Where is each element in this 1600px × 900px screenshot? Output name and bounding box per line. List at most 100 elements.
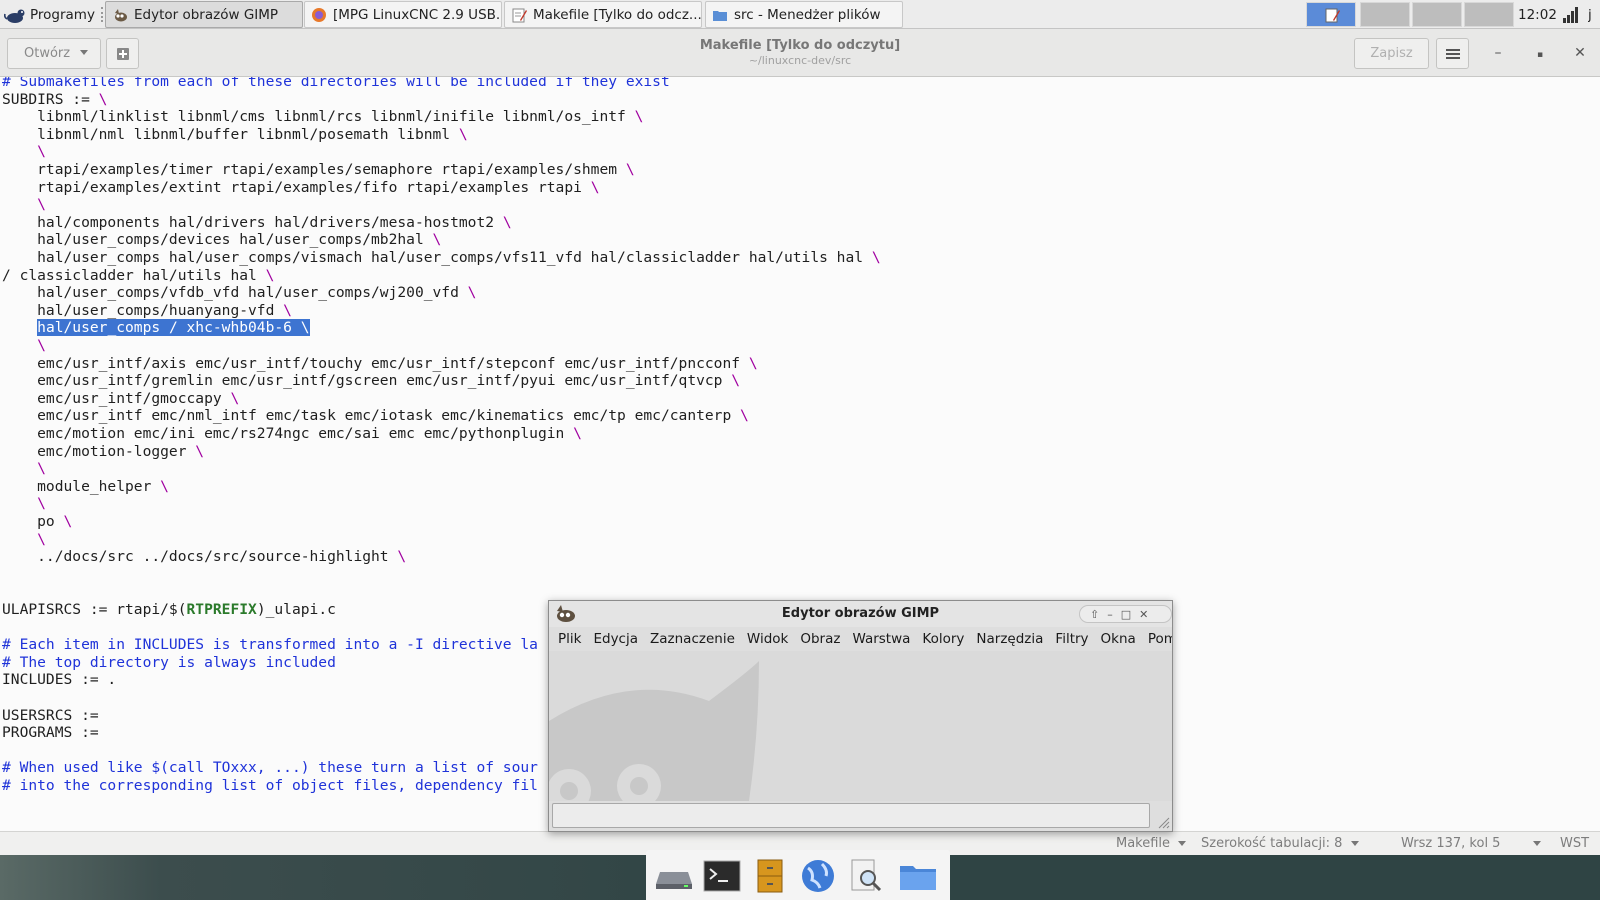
- new-tab-button[interactable]: [106, 38, 139, 69]
- menu-item-kolory[interactable]: Kolory: [922, 627, 964, 651]
- folder-icon: [713, 10, 727, 21]
- line-continuation: \: [458, 125, 468, 143]
- menu-item-pomoc[interactable]: Pomo: [1148, 627, 1172, 651]
- applications-menu-button[interactable]: Programy: [4, 0, 96, 29]
- code-line: # The top directory is always included: [2, 654, 336, 672]
- workspace-1[interactable]: [1306, 2, 1356, 27]
- menu-item-zaznaczenie[interactable]: Zaznaczenie: [650, 627, 735, 651]
- code-text: INCLUDES := .: [2, 671, 117, 689]
- tab-width-selector[interactable]: Szerokość tabulacji: 8: [1201, 836, 1359, 851]
- open-button[interactable]: Otwórz: [7, 38, 101, 69]
- code-line: # Each item in INCLUDES is transformed i…: [2, 636, 538, 654]
- task-file-manager[interactable]: src - Menedżer plików: [705, 1, 903, 28]
- header-bar: Otwórz Makefile [Tylko do odczytu] ~/lin…: [0, 29, 1600, 77]
- open-button-label: Otwórz: [24, 46, 71, 61]
- terminal-icon: [703, 860, 741, 892]
- maximize-button[interactable]: ▪: [1530, 43, 1550, 63]
- minimize-button[interactable]: –: [1107, 608, 1121, 621]
- line-continuation: \: [502, 213, 512, 231]
- language-label: Makefile: [1116, 836, 1171, 851]
- code-line: hal/user_comps/huanyang-vfd \: [2, 302, 292, 320]
- xfce-mouse-icon: [4, 9, 25, 23]
- save-button-label: Zapisz: [1370, 46, 1413, 61]
- line-continuation: \: [265, 266, 275, 284]
- gimp-icon: [557, 605, 575, 622]
- minimize-button[interactable]: –: [1488, 43, 1508, 63]
- applications-menu-label: Programy: [30, 6, 95, 23]
- workspace-2[interactable]: [1360, 2, 1410, 27]
- cursor-position[interactable]: Wrsz 137, kol 5: [1401, 836, 1541, 851]
- gimp-icon: [115, 8, 127, 21]
- menu-item-warstwa[interactable]: Warstwa: [852, 627, 910, 651]
- dock-web-browser[interactable]: [798, 858, 838, 894]
- menu-item-filtry[interactable]: Filtry: [1055, 627, 1088, 651]
- line-continuation: \: [300, 319, 310, 337]
- code-text: hal/user_comps/devices hal/user_comps/mb…: [2, 231, 433, 249]
- code-comment: # Each item in INCLUDES is transformed i…: [2, 636, 538, 654]
- file-cabinet-icon: [757, 859, 783, 893]
- task-browser[interactable]: [MPG LinuxCNC 2.9 USB...: [304, 1, 502, 28]
- minimize-icon: –: [1494, 45, 1502, 61]
- task-gedit[interactable]: Makefile [Tylko do odcz...: [504, 1, 702, 28]
- code-text: ULAPISRCS := rtapi/$(: [2, 601, 187, 618]
- close-button[interactable]: ✕: [1570, 43, 1590, 63]
- menu-item-okna[interactable]: Okna: [1101, 627, 1136, 651]
- insert-mode[interactable]: WST: [1560, 836, 1589, 851]
- maximize-icon: ▪: [1536, 50, 1544, 60]
- dock-drive[interactable]: [654, 858, 694, 894]
- dock-file-cabinet[interactable]: [750, 858, 790, 894]
- dock-terminal[interactable]: [702, 858, 742, 894]
- code-line: # When used like $(call TOxxx, ...) thes…: [2, 759, 538, 777]
- gimp-canvas-area[interactable]: [549, 651, 1172, 801]
- menu-item-narzedzia[interactable]: Narzędzia: [976, 627, 1043, 651]
- menu-item-widok[interactable]: Widok: [747, 627, 788, 651]
- line-continuation: \: [230, 389, 240, 407]
- code-line: emc/motion emc/ini emc/rs274ngc emc/sai …: [2, 425, 582, 443]
- shade-button[interactable]: ⇧: [1090, 608, 1107, 621]
- code-line: # into the corresponding list of object …: [2, 777, 538, 795]
- signal-bars-icon: [1563, 6, 1578, 23]
- code-text: rtapi/examples/timer rtapi/examples/sema…: [2, 161, 626, 178]
- code-comment: # into the corresponding list of object …: [2, 777, 538, 794]
- network-status[interactable]: [1562, 0, 1582, 29]
- resize-grip-icon[interactable]: [1156, 815, 1170, 829]
- chevron-down-icon: [1532, 841, 1541, 846]
- close-button[interactable]: ✕: [1139, 608, 1156, 621]
- task-label: src - Menedżer plików: [734, 6, 881, 23]
- code-line: module_helper \: [2, 478, 169, 496]
- menu-item-edycja[interactable]: Edycja: [593, 627, 638, 651]
- user-menu[interactable]: j: [1588, 0, 1600, 29]
- menu-item-plik[interactable]: Plik: [558, 627, 581, 651]
- code-text: hal/user_comps/vfdb_vfd hal/user_comps/w…: [2, 284, 468, 302]
- workspace-3[interactable]: [1412, 2, 1462, 27]
- line-continuation: \: [625, 161, 635, 178]
- code-text: hal/components hal/drivers hal/drivers/m…: [2, 213, 503, 231]
- tab-width-label: Szerokość tabulacji: 8: [1201, 836, 1343, 851]
- maximize-button[interactable]: □: [1121, 608, 1139, 621]
- dock-folder[interactable]: [898, 858, 938, 894]
- menu-item-obraz[interactable]: Obraz: [800, 627, 840, 651]
- code-text: / classicladder hal/utils hal: [2, 266, 266, 284]
- code-text: libnml/linklist libnml/cms libnml/rcs li…: [2, 108, 635, 126]
- task-label: [MPG LinuxCNC 2.9 USB...: [333, 6, 502, 23]
- code-text: emc/usr_intf/gremlin emc/usr_intf/gscree…: [2, 372, 732, 390]
- code-text: SUBDIRS :=: [2, 90, 99, 108]
- language-selector[interactable]: Makefile: [1116, 836, 1187, 851]
- line-continuation: \: [432, 231, 442, 249]
- dock: [646, 850, 950, 900]
- hamburger-menu-button[interactable]: [1436, 38, 1469, 69]
- save-button[interactable]: Zapisz: [1354, 38, 1429, 69]
- workspace-4[interactable]: [1464, 2, 1514, 27]
- user-initial: j: [1588, 6, 1592, 23]
- code-line: rtapi/examples/timer rtapi/examples/sema…: [2, 161, 635, 179]
- window-subtitle: ~/linuxcnc-dev/src: [748, 54, 852, 67]
- clock[interactable]: 12:02: [1518, 0, 1558, 29]
- cursor-position-label: Wrsz 137, kol 5: [1401, 836, 1501, 851]
- code-line: \: [2, 196, 46, 214]
- code-text: )_ulapi.c: [256, 601, 336, 618]
- task-gimp[interactable]: Edytor obrazów GIMP: [105, 1, 303, 28]
- line-continuation: \: [98, 90, 108, 108]
- dock-search[interactable]: [846, 858, 886, 894]
